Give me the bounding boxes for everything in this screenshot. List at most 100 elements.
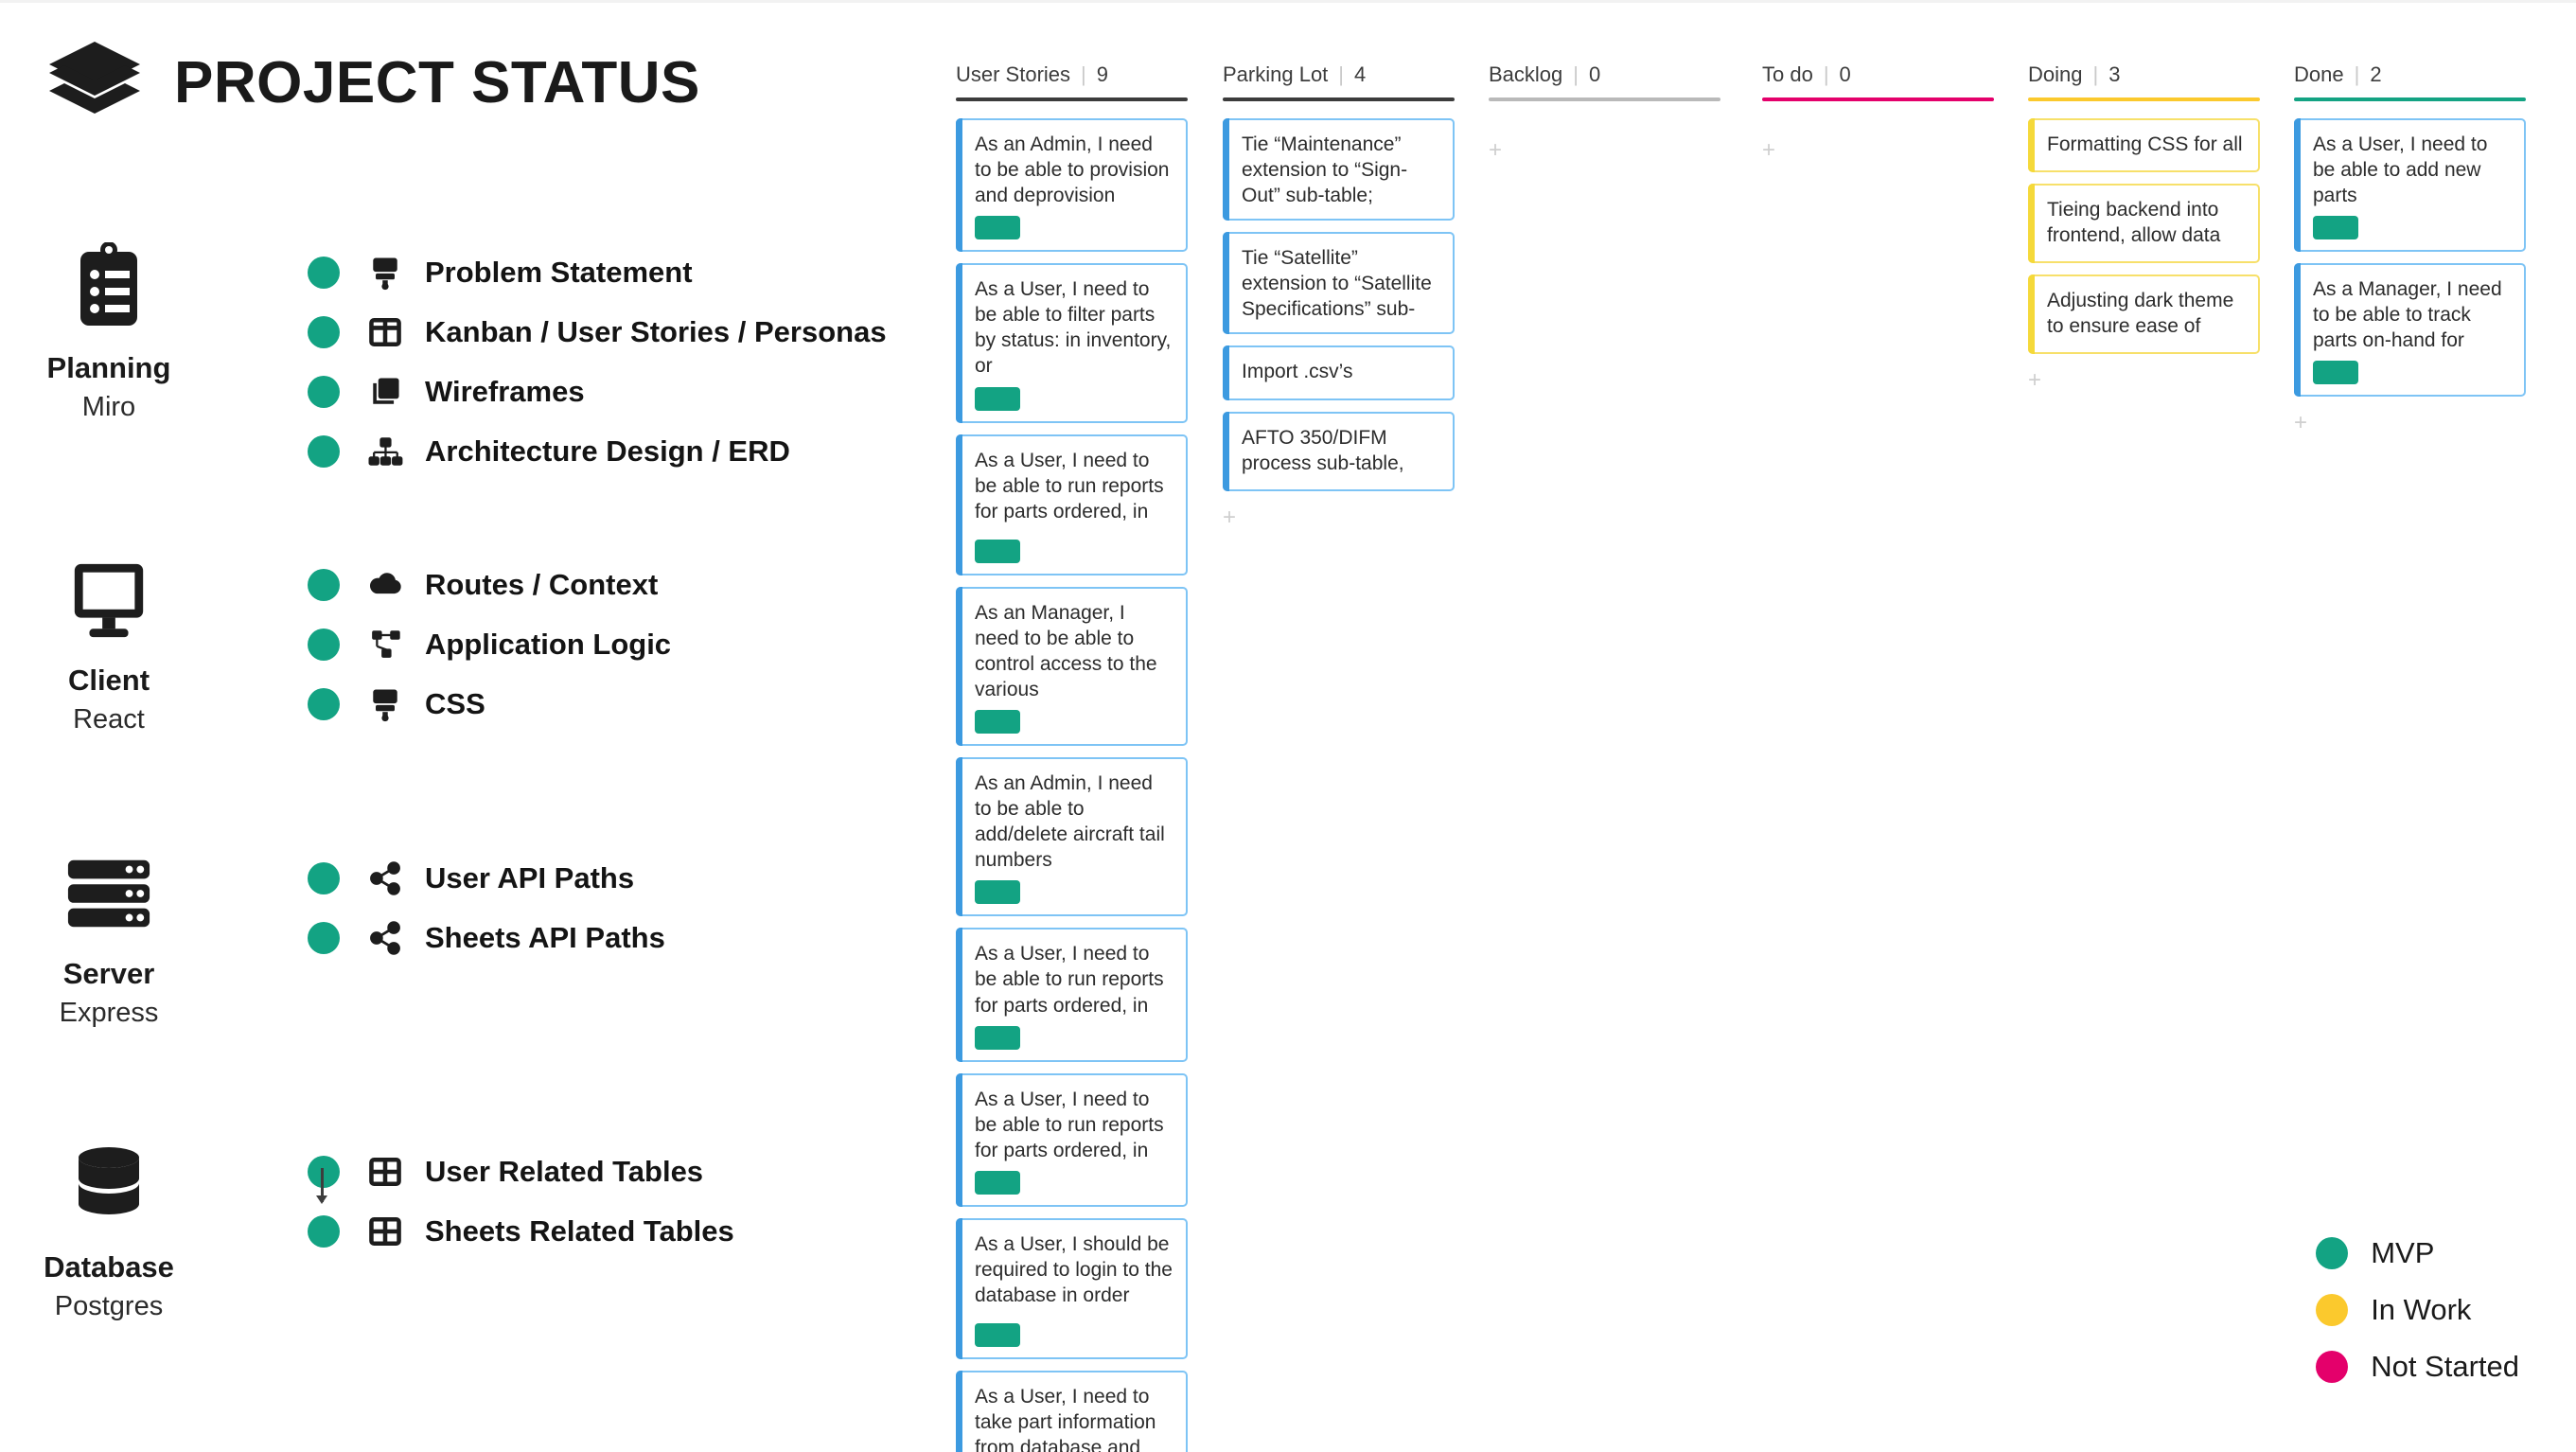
status-dot xyxy=(308,568,340,601)
stack-item-application-logic[interactable]: Application Logic xyxy=(308,614,671,674)
top-divider xyxy=(0,0,2576,3)
share-nodes-icon xyxy=(364,917,406,959)
stack-item-user-api-paths[interactable]: User API Paths xyxy=(308,848,665,908)
section-name: Database xyxy=(44,1250,174,1284)
status-chip xyxy=(975,386,1020,411)
section-name: Client xyxy=(67,664,150,697)
column-header[interactable]: To do | 0 xyxy=(1762,62,1994,97)
kanban-card[interactable]: Formatting CSS for all xyxy=(2028,118,2260,173)
kanban-card[interactable]: As an Admin, I need to be able to add/de… xyxy=(956,757,1188,917)
kanban-card[interactable]: As an Manager, I need to be able to cont… xyxy=(956,586,1188,747)
project-status-board: PROJECT STATUS Planning Miro Problem Sta… xyxy=(0,0,2576,1452)
stack-item-sheets-api-paths[interactable]: Sheets API Paths xyxy=(308,908,665,967)
column-header[interactable]: Parking Lot | 4 xyxy=(1223,62,1455,97)
kanban-column-parking-lot: Parking Lot | 4 Tie “Maintenance” extens… xyxy=(1223,62,1455,529)
stack-section-server: Server Express User API Paths Sheets API… xyxy=(0,842,665,1029)
kanban-card[interactable]: As a User, I need to be able to run repo… xyxy=(956,928,1188,1062)
stack-item-label: Kanban / User Stories / Personas xyxy=(425,314,887,348)
kanban-card[interactable]: Tieing backend into frontend, allow data xyxy=(2028,184,2260,264)
column-count: 0 xyxy=(1839,62,1851,86)
column-card-list: Tie “Maintenance” extension to “Sign-Out… xyxy=(1223,118,1455,491)
card-text: As a User, I need to be able to run repo… xyxy=(975,1088,1164,1161)
stack-section-planning: Planning Miro Problem Statement Kanban /… xyxy=(0,237,887,481)
stack-item-kanban[interactable]: Kanban / User Stories / Personas xyxy=(308,302,887,362)
status-dot xyxy=(308,434,340,468)
kanban-card[interactable]: As a Manager, I need to be able to track… xyxy=(2294,263,2526,398)
legend-label: In Work xyxy=(2371,1293,2472,1326)
cloud-icon xyxy=(364,564,406,606)
legend-item-mvp: MVP xyxy=(2316,1236,2519,1270)
stack-item-label: Routes / Context xyxy=(425,567,659,601)
add-card-button[interactable]: + xyxy=(1223,505,1455,529)
stack-item-label: Sheets Related Tables xyxy=(425,1213,734,1248)
kanban-column-backlog: Backlog | 0 + xyxy=(1489,62,1720,162)
column-rule xyxy=(1489,97,1720,101)
kanban-card[interactable]: AFTO 350/DIFM process sub-table, xyxy=(1223,411,1455,491)
kanban-card[interactable]: Adjusting dark theme to ensure ease of xyxy=(2028,274,2260,355)
kanban-card[interactable]: Tie “Satellite” extension to “Satellite … xyxy=(1223,232,1455,335)
kanban-card[interactable]: As a User, I need to be able to filter p… xyxy=(956,263,1188,423)
stack-item-wireframes[interactable]: Wireframes xyxy=(308,362,887,421)
add-card-button[interactable]: + xyxy=(1489,139,1720,162)
column-separator: | xyxy=(1081,62,1086,86)
add-card-button[interactable]: + xyxy=(2294,412,2526,434)
kanban-card[interactable]: Tie “Maintenance” extension to “Sign-Out… xyxy=(1223,118,1455,221)
column-title: User Stories xyxy=(956,62,1071,86)
column-count: 3 xyxy=(2108,62,2121,86)
stack-item-architecture[interactable]: Architecture Design / ERD xyxy=(308,421,887,481)
layers-copy-icon xyxy=(364,371,406,413)
stack-item-label: User API Paths xyxy=(425,860,635,894)
column-title: Backlog xyxy=(1489,62,1563,86)
card-text: As a User, I need to be able to run repo… xyxy=(975,943,1164,1017)
status-dot xyxy=(308,1155,340,1188)
section-subtitle: Miro xyxy=(81,392,136,423)
status-chip xyxy=(2313,216,2358,240)
column-header[interactable]: User Stories | 9 xyxy=(956,62,1188,97)
card-text: Tie “Maintenance” extension to “Sign-Out… xyxy=(1242,133,1408,207)
column-count: 4 xyxy=(1354,62,1367,86)
database-cylinder-icon xyxy=(71,1136,147,1238)
kanban-column-done: Done | 2 As a User, I need to be able to… xyxy=(2294,62,2526,434)
column-header[interactable]: Done | 2 xyxy=(2294,62,2526,97)
stack-item-user-related-tables[interactable]: User Related Tables xyxy=(308,1142,734,1201)
section-subtitle: React xyxy=(73,704,145,735)
card-text: Formatting CSS for all xyxy=(2047,133,2243,155)
stack-item-css[interactable]: CSS xyxy=(308,674,671,734)
kanban-card[interactable]: As a User, I should be required to login… xyxy=(956,1217,1188,1360)
kanban-card[interactable]: As a User, I need to be able to run repo… xyxy=(956,1072,1188,1208)
section-name: Planning xyxy=(46,351,171,384)
kanban-card[interactable]: As a User, I need to be able to add new … xyxy=(2294,118,2526,253)
section-identity: Client React xyxy=(0,549,218,735)
add-card-button[interactable]: + xyxy=(2028,369,2260,392)
column-rule xyxy=(2294,97,2526,101)
kanban-card[interactable]: As an Admin, I need to be able to provis… xyxy=(956,118,1188,253)
stack-item-routes-context[interactable]: Routes / Context xyxy=(308,555,671,614)
card-text: As a Manager, I need to be able to track… xyxy=(2313,278,2502,352)
column-separator: | xyxy=(1823,62,1829,86)
paint-brush-icon xyxy=(364,683,406,725)
status-legend: MVP In Work Not Started xyxy=(2316,1236,2519,1384)
section-identity: Server Express xyxy=(0,842,218,1029)
status-chip xyxy=(975,216,1020,240)
stack-item-problem-statement[interactable]: Problem Statement xyxy=(308,242,887,302)
stack-item-label: Application Logic xyxy=(425,627,672,661)
column-header[interactable]: Doing | 3 xyxy=(2028,62,2260,97)
card-text: As a User, I need to be able to run repo… xyxy=(975,449,1164,522)
server-racks-icon xyxy=(64,842,153,945)
card-text: As an Manager, I need to be able to cont… xyxy=(975,601,1157,701)
kanban-card[interactable]: As a User, I need to take part informati… xyxy=(956,1371,1188,1452)
legend-color-swatch xyxy=(2316,1237,2349,1269)
status-dot xyxy=(308,315,340,348)
section-subtitle: Express xyxy=(59,998,159,1029)
desktop-monitor-icon xyxy=(67,549,150,651)
add-card-button[interactable]: + xyxy=(1762,139,1994,162)
card-text: Tieing backend into frontend, allow data xyxy=(2047,199,2221,247)
column-header[interactable]: Backlog | 0 xyxy=(1489,62,1720,97)
column-card-list: As an Admin, I need to be able to provis… xyxy=(956,118,1188,1452)
kanban-card[interactable]: As a User, I need to be able to run repo… xyxy=(956,434,1188,576)
section-item-list: User API Paths Sheets API Paths xyxy=(308,848,665,967)
page-title: PROJECT STATUS xyxy=(174,50,700,115)
stack-item-sheets-related-tables[interactable]: Sheets Related Tables xyxy=(308,1201,734,1261)
column-title: To do xyxy=(1762,62,1813,86)
kanban-card[interactable]: Import .csv’s xyxy=(1223,345,1455,400)
